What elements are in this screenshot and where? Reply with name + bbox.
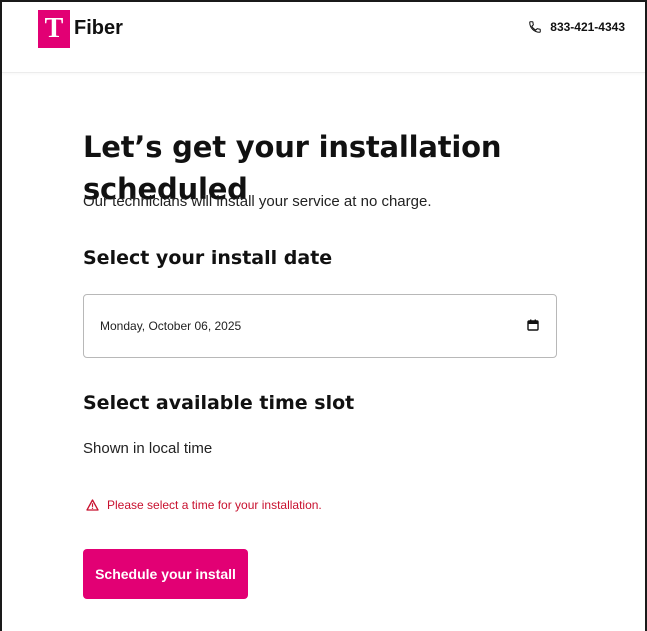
phone-icon: [529, 21, 542, 33]
selected-date-value: Monday, October 06, 2025: [100, 319, 242, 333]
phone-link[interactable]: 833-421-4343: [528, 20, 625, 34]
schedule-install-button[interactable]: Schedule your install: [83, 549, 248, 599]
site-header: T Fiber 833-421-4343: [2, 2, 645, 73]
page-subtitle: Our technicians will install your servic…: [83, 193, 432, 210]
install-date-field[interactable]: Monday, October 06, 2025: [83, 294, 557, 358]
time-error-message: Please select a time for your installati…: [86, 496, 322, 514]
warning-icon: [86, 499, 99, 511]
phone-number: 833-421-4343: [550, 20, 625, 34]
brand-name: Fiber: [74, 17, 123, 39]
time-slot-heading: Select available time slot: [83, 392, 355, 414]
error-text: Please select a time for your installati…: [107, 498, 322, 512]
local-time-note: Shown in local time: [83, 440, 213, 457]
logo-t-glyph: T: [44, 13, 64, 44]
install-date-heading: Select your install date: [83, 247, 333, 269]
brand-logo[interactable]: T: [38, 10, 70, 48]
calendar-icon[interactable]: [527, 319, 539, 331]
